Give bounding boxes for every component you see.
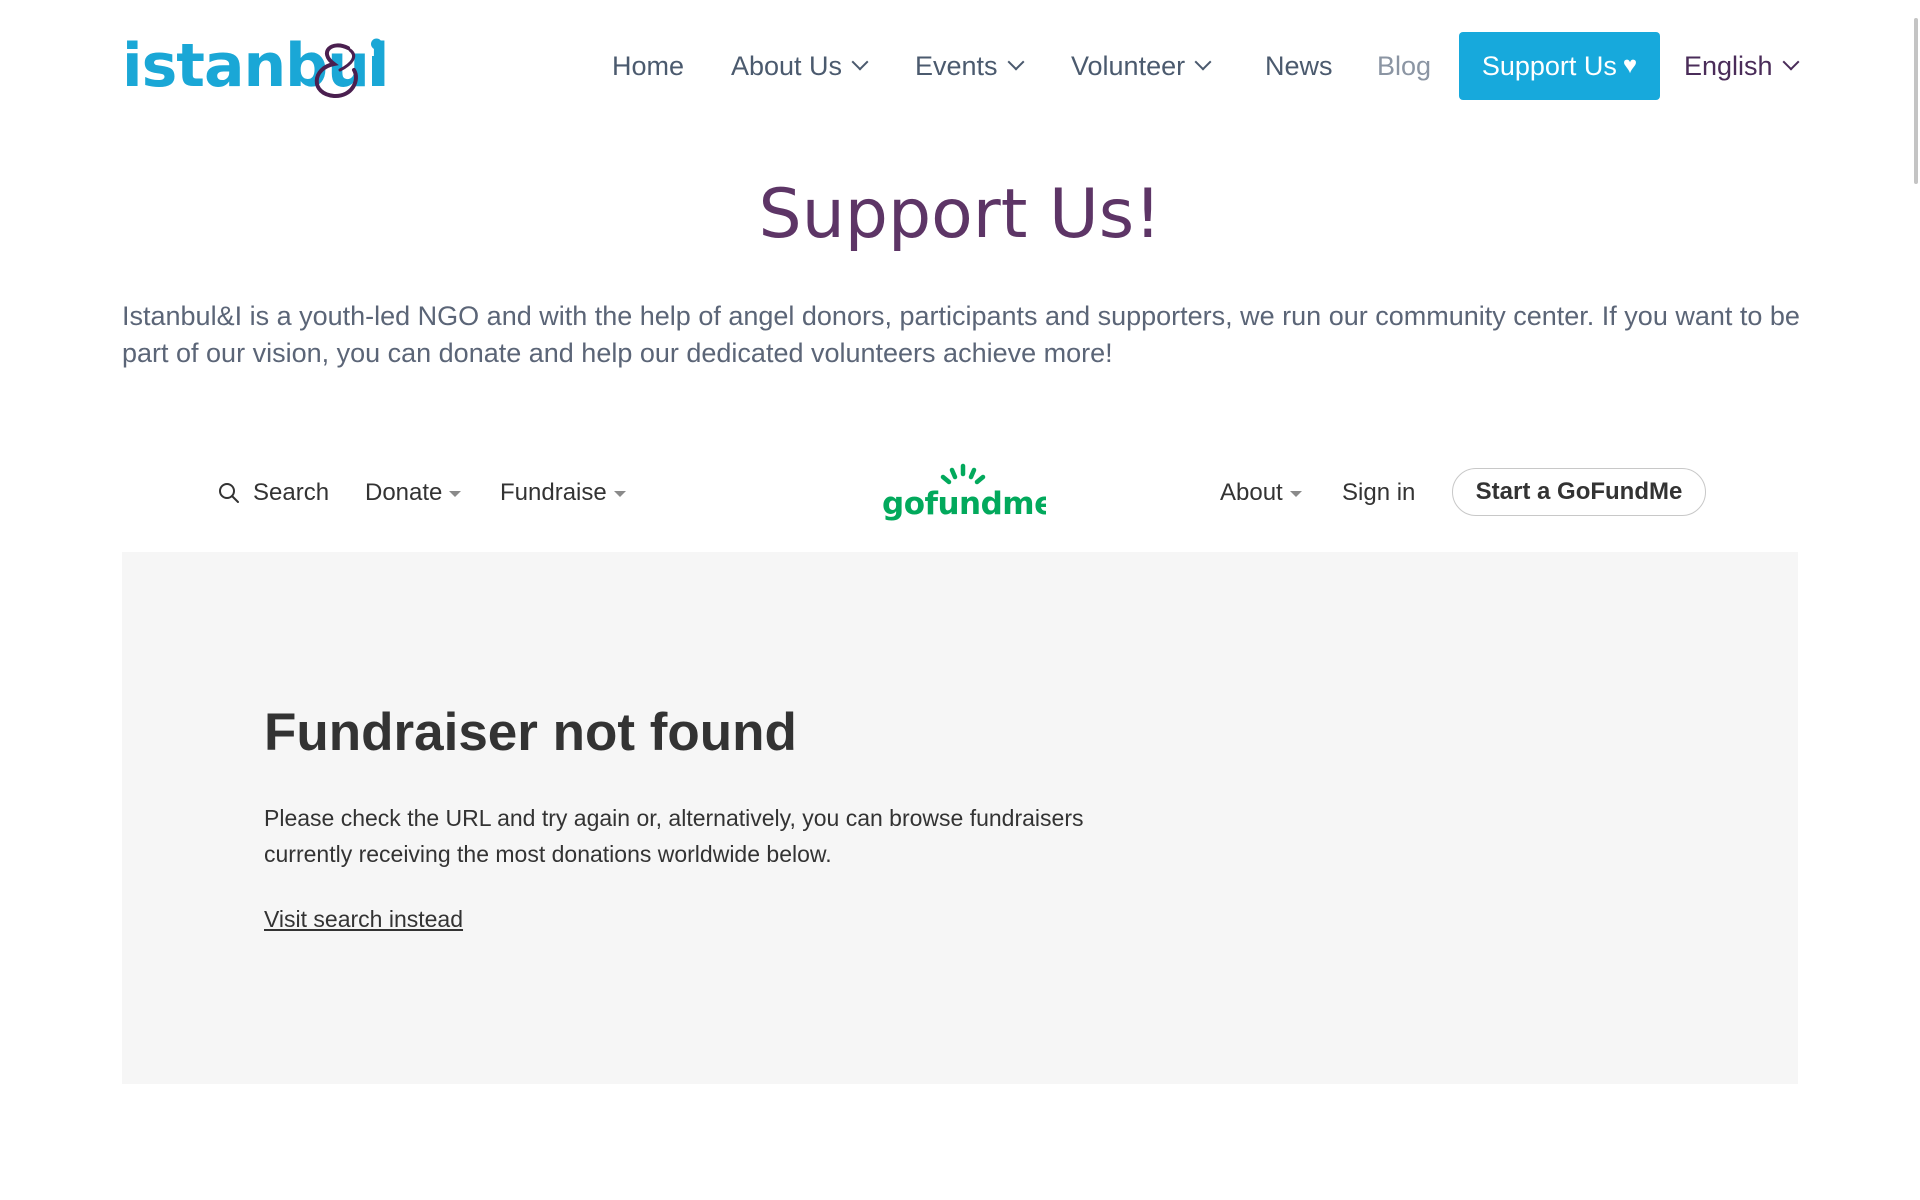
search-icon [219, 483, 239, 503]
caret-down-icon [449, 491, 462, 497]
nav-home[interactable]: Home [612, 32, 684, 100]
nav-events-label: Events [915, 50, 998, 81]
gfm-search[interactable]: Search [217, 458, 329, 528]
language-selector[interactable]: English [1684, 32, 1800, 100]
nav-volunteer-label: Volunteer [1071, 50, 1186, 81]
intro-paragraph: Istanbul&I is a youth-led NGO and with t… [122, 301, 1800, 368]
gfm-sign-in-label: Sign in [1342, 479, 1416, 506]
nav-news-label: News [1265, 50, 1333, 81]
gofundme-logo[interactable]: gofundme [880, 460, 1055, 526]
nav-volunteer[interactable]: Volunteer [1071, 32, 1212, 100]
gofundme-wordmark: gofundme [882, 486, 1046, 522]
heart-icon: ♥ [1622, 52, 1638, 79]
gfm-about-label: About [1220, 479, 1283, 506]
nav-home-label: Home [612, 50, 685, 81]
nav-about-us[interactable]: About Us [731, 32, 869, 100]
nav-blog[interactable]: Blog [1377, 32, 1431, 100]
gfm-about-menu[interactable]: About [1220, 458, 1302, 528]
fundraiser-not-found-title: Fundraiser not found [264, 703, 797, 762]
page-scrollbar[interactable] [1912, 0, 1920, 1200]
start-a-gofundme-button[interactable]: Start a GoFundMe [1452, 468, 1706, 516]
chevron-down-icon [1194, 53, 1212, 71]
gofundme-content-panel: Fundraiser not found Please check the UR… [122, 552, 1798, 1084]
gfm-donate-label: Donate [365, 479, 443, 506]
gfm-sign-in-link[interactable]: Sign in [1342, 458, 1415, 528]
gfm-donate-menu[interactable]: Donate [365, 458, 462, 528]
chevron-down-icon [851, 53, 869, 71]
support-us-label: Support Us [1481, 50, 1617, 81]
caret-down-icon [613, 491, 626, 497]
nav-news[interactable]: News [1265, 32, 1333, 100]
language-label: English [1684, 50, 1773, 81]
chevron-down-icon [1007, 53, 1025, 71]
gfm-fundraise-label: Fundraise [500, 479, 607, 506]
visit-search-link[interactable]: Visit search instead [264, 906, 463, 933]
scrollbar-thumb[interactable] [1914, 18, 1918, 184]
caret-down-icon [1289, 491, 1302, 497]
nav-about-us-label: About Us [731, 50, 843, 81]
nav-events[interactable]: Events [915, 32, 1025, 100]
gofundme-header: Search Donate Fundraise gofundme About S… [122, 458, 1798, 550]
start-a-gofundme-label: Start a GoFundMe [1475, 478, 1683, 505]
gfm-search-label: Search [253, 479, 330, 506]
nav-blog-label: Blog [1377, 50, 1432, 81]
page-title: Support Us! [758, 175, 1162, 254]
gofundme-logo-graphic: gofundme [882, 463, 1055, 522]
gfm-fundraise-menu[interactable]: Fundraise [500, 458, 626, 528]
support-us-button[interactable]: Support Us ♥ [1459, 32, 1660, 100]
chevron-down-icon [1782, 53, 1800, 71]
fundraiser-not-found-message: Please check the URL and try again or, a… [264, 805, 1084, 867]
